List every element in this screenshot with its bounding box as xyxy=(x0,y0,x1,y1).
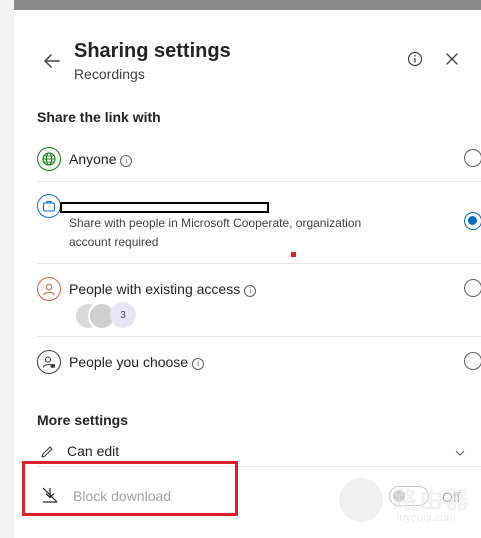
watermark-title: 路由器 xyxy=(393,487,471,514)
page-title: Sharing settings xyxy=(74,40,231,62)
chevron-down-icon xyxy=(455,450,465,456)
person-icon xyxy=(37,277,61,301)
avatar-count-badge: 3 xyxy=(110,302,136,328)
share-option-anyone[interactable]: Anyone i xyxy=(37,146,481,172)
info-button[interactable] xyxy=(406,50,424,68)
sharing-settings-panel: Sharing settings Recordings Share the li… xyxy=(14,10,481,538)
option-label: People you choose i xyxy=(69,354,205,370)
background-edge xyxy=(0,0,14,538)
arrow-left-icon xyxy=(44,54,60,68)
watermark: 路由器 luyouqi.com xyxy=(339,476,481,536)
info-icon: i xyxy=(244,285,257,297)
avatar-group: 3 xyxy=(74,302,138,330)
person-lock-icon xyxy=(37,350,61,374)
watermark-url: luyouqi.com xyxy=(397,512,456,524)
option-label: Anyone i xyxy=(69,151,133,167)
radio-existing-access[interactable] xyxy=(464,279,481,297)
briefcase-icon xyxy=(37,194,61,218)
radio-people-you-choose[interactable] xyxy=(464,352,481,370)
redacted-organization-name xyxy=(60,202,269,213)
divider xyxy=(37,181,481,182)
annotation-highlight xyxy=(22,461,238,516)
back-button[interactable] xyxy=(41,50,63,72)
panel-header: Sharing settings Recordings xyxy=(14,10,481,96)
window-top-bar xyxy=(14,0,481,10)
more-settings-heading: More settings xyxy=(37,412,129,428)
permission-label: Can edit xyxy=(67,443,120,459)
watermark-logo-icon xyxy=(339,478,383,522)
divider xyxy=(37,336,481,337)
option-label: People with existing access i xyxy=(69,281,257,297)
annotation-dot xyxy=(291,252,296,257)
option-description: Share with people in Microsoft Cooperate… xyxy=(69,216,362,249)
divider xyxy=(37,263,481,264)
info-icon xyxy=(407,51,423,67)
share-option-people-you-choose[interactable]: People you choose i xyxy=(37,349,481,375)
share-section-heading: Share the link with xyxy=(37,109,161,125)
info-icon: i xyxy=(192,358,205,370)
page-subtitle: Recordings xyxy=(74,66,145,82)
pencil-icon xyxy=(41,446,53,458)
radio-organization[interactable] xyxy=(464,212,481,230)
globe-icon xyxy=(37,147,61,171)
radio-anyone[interactable] xyxy=(464,149,481,167)
close-icon xyxy=(446,53,458,65)
info-icon: i xyxy=(120,155,133,167)
close-button[interactable] xyxy=(444,51,460,67)
